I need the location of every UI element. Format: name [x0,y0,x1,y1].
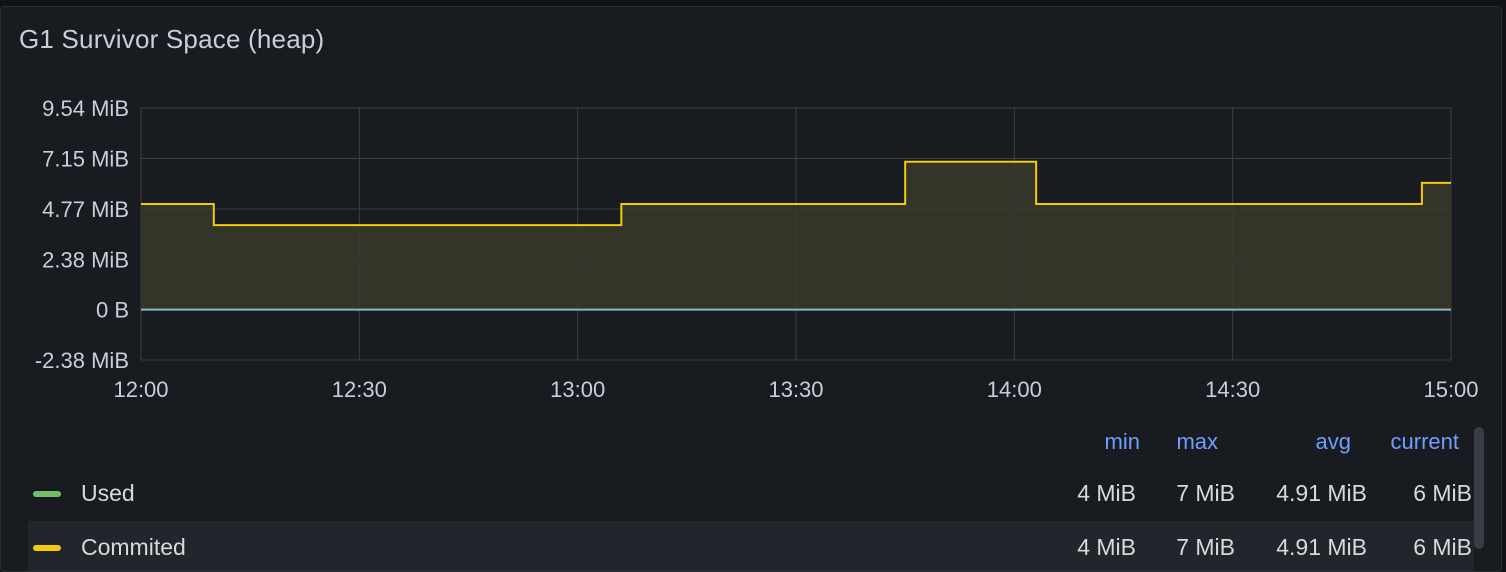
graph-panel: G1 Survivor Space (heap) 9.54 MiB 7.15 Mi… [0,6,1502,572]
y-tick-label: 0 B [96,298,129,323]
legend-max-value: 7 MiB [1176,534,1235,560]
legend-header-avg[interactable]: avg [1251,429,1351,455]
legend-header-max[interactable]: max [1118,429,1218,455]
legend-current-value: 6 MiB [1413,534,1472,560]
x-tick-label: 13:30 [768,377,823,402]
legend-max-value: 7 MiB [1176,480,1235,506]
legend-row-commited[interactable]: Commited 4 MiB 7 MiB 4.91 MiB 6 MiB [28,521,1474,571]
x-axis-ticks: 12:00 12:30 13:00 13:30 14:00 14:30 15:00 [113,377,1478,402]
y-axis-ticks: 9.54 MiB 7.15 MiB 4.77 MiB 2.38 MiB 0 B -2.38… [35,96,129,373]
legend-avg-value: 4.91 MiB [1276,534,1367,560]
legend-series-name[interactable]: Commited [81,534,186,561]
legend-header-current[interactable]: current [1359,429,1459,455]
legend-series-name[interactable]: Used [81,480,135,507]
legend-avg-value: 4.91 MiB [1276,480,1367,506]
legend-swatch-commited [33,545,61,551]
x-tick-label: 12:30 [332,377,387,402]
legend-scrollbar[interactable] [1474,427,1484,549]
legend-header: min max avg current [28,421,1474,467]
legend-current-value: 6 MiB [1413,480,1472,506]
legend-row-used[interactable]: Used 4 MiB 7 MiB 4.91 MiB 6 MiB [28,467,1474,519]
legend-swatch-used [33,491,61,497]
legend-table: min max avg current Used 4 MiB 7 MiB 4.9… [28,421,1474,571]
y-tick-label: 2.38 MiB [42,247,129,272]
chart-area[interactable]: 9.54 MiB 7.15 MiB 4.77 MiB 2.38 MiB 0 B -2.38… [1,7,1502,417]
y-tick-label: 4.77 MiB [42,197,129,222]
x-tick-label: 12:00 [113,377,168,402]
x-tick-label: 15:00 [1423,377,1478,402]
y-tick-label: -2.38 MiB [35,348,129,373]
x-tick-label: 13:00 [550,377,605,402]
x-tick-label: 14:30 [1205,377,1260,402]
y-tick-label: 7.15 MiB [42,147,129,172]
x-tick-label: 14:00 [987,377,1042,402]
y-tick-label: 9.54 MiB [42,96,129,121]
